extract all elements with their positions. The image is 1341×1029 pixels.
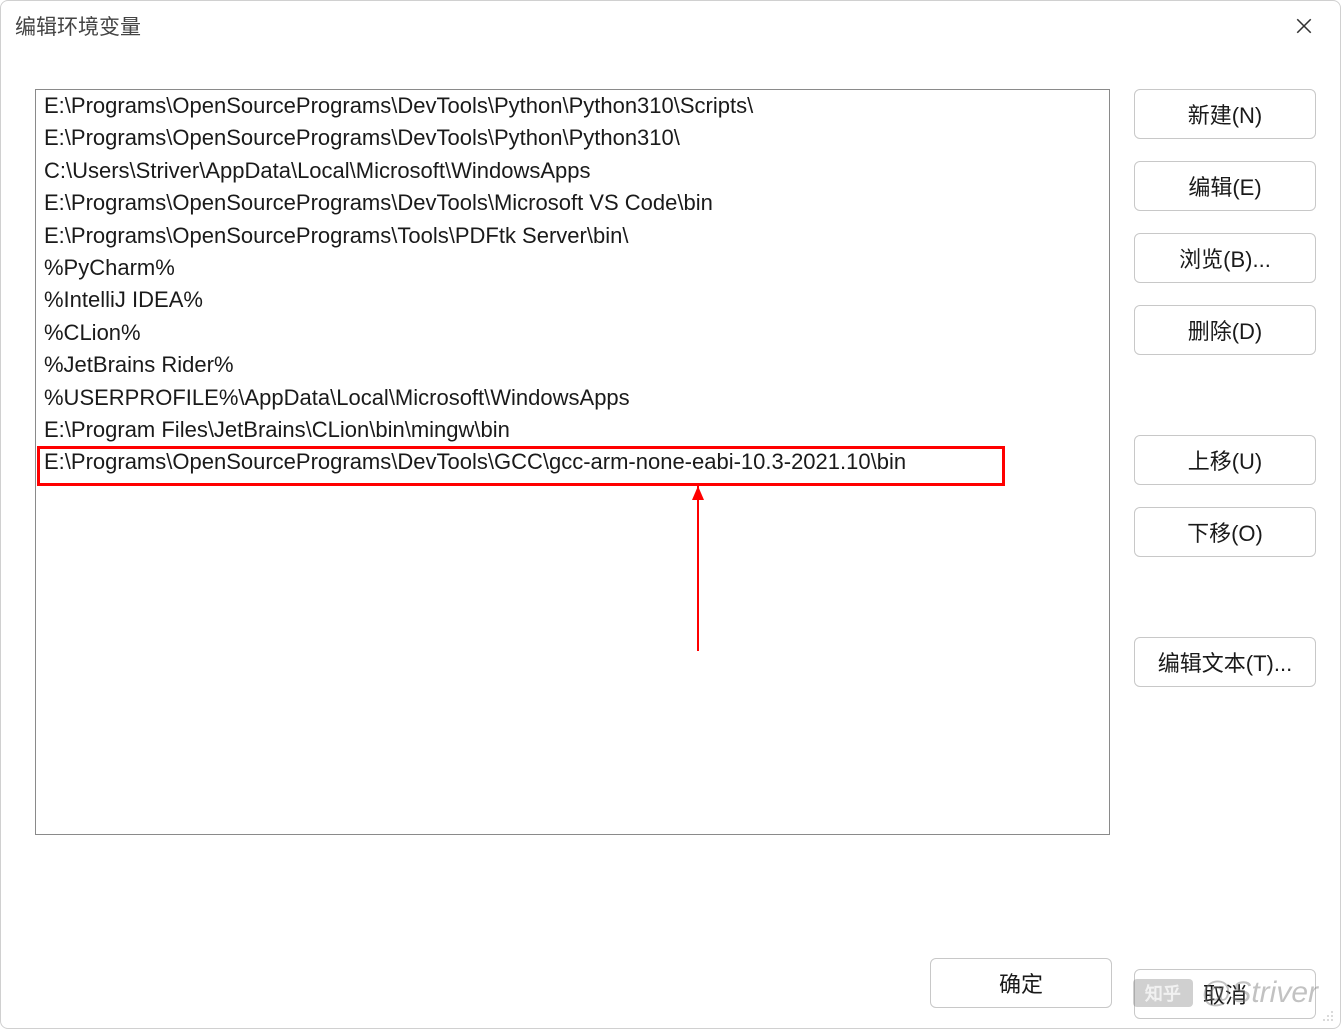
move-up-button[interactable]: 上移(U): [1134, 435, 1316, 485]
resize-grip-icon[interactable]: [1318, 1006, 1334, 1022]
close-button[interactable]: [1282, 6, 1326, 46]
list-item[interactable]: %JetBrains Rider%: [36, 349, 1109, 381]
titlebar: 编辑环境变量: [1, 1, 1340, 51]
new-button[interactable]: 新建(N): [1134, 89, 1316, 139]
list-item[interactable]: %PyCharm%: [36, 252, 1109, 284]
dialog-title: 编辑环境变量: [15, 11, 1282, 41]
close-icon: [1295, 17, 1313, 35]
edit-button[interactable]: 编辑(E): [1134, 161, 1316, 211]
cancel-button[interactable]: 取消: [1134, 969, 1316, 1019]
footer: 确定 取消: [1, 938, 1340, 1028]
list-item[interactable]: %IntelliJ IDEA%: [36, 284, 1109, 316]
content-area: E:\Programs\OpenSourcePrograms\DevTools\…: [1, 51, 1340, 938]
edit-env-dialog: 编辑环境变量 E:\Programs\OpenSourcePrograms\De…: [0, 0, 1341, 1029]
ok-button[interactable]: 确定: [930, 958, 1112, 1008]
path-listbox[interactable]: E:\Programs\OpenSourcePrograms\DevTools\…: [35, 89, 1110, 835]
list-item[interactable]: %USERPROFILE%\AppData\Local\Microsoft\Wi…: [36, 382, 1109, 414]
move-down-button[interactable]: 下移(O): [1134, 507, 1316, 557]
list-item[interactable]: E:\Programs\OpenSourcePrograms\DevTools\…: [36, 122, 1109, 154]
list-item[interactable]: %CLion%: [36, 317, 1109, 349]
list-item[interactable]: E:\Programs\OpenSourcePrograms\Tools\PDF…: [36, 220, 1109, 252]
annotation-arrow: [688, 486, 708, 656]
list-item[interactable]: C:\Users\Striver\AppData\Local\Microsoft…: [36, 155, 1109, 187]
delete-button[interactable]: 删除(D): [1134, 305, 1316, 355]
side-button-panel: 新建(N) 编辑(E) 浏览(B)... 删除(D) 上移(U) 下移(O) 编…: [1134, 89, 1316, 938]
list-item[interactable]: E:\Program Files\JetBrains\CLion\bin\min…: [36, 414, 1109, 446]
edit-text-button[interactable]: 编辑文本(T)...: [1134, 637, 1316, 687]
browse-button[interactable]: 浏览(B)...: [1134, 233, 1316, 283]
list-item[interactable]: E:\Programs\OpenSourcePrograms\DevTools\…: [36, 187, 1109, 219]
list-item[interactable]: E:\Programs\OpenSourcePrograms\DevTools\…: [36, 446, 1109, 478]
list-item[interactable]: E:\Programs\OpenSourcePrograms\DevTools\…: [36, 90, 1109, 122]
